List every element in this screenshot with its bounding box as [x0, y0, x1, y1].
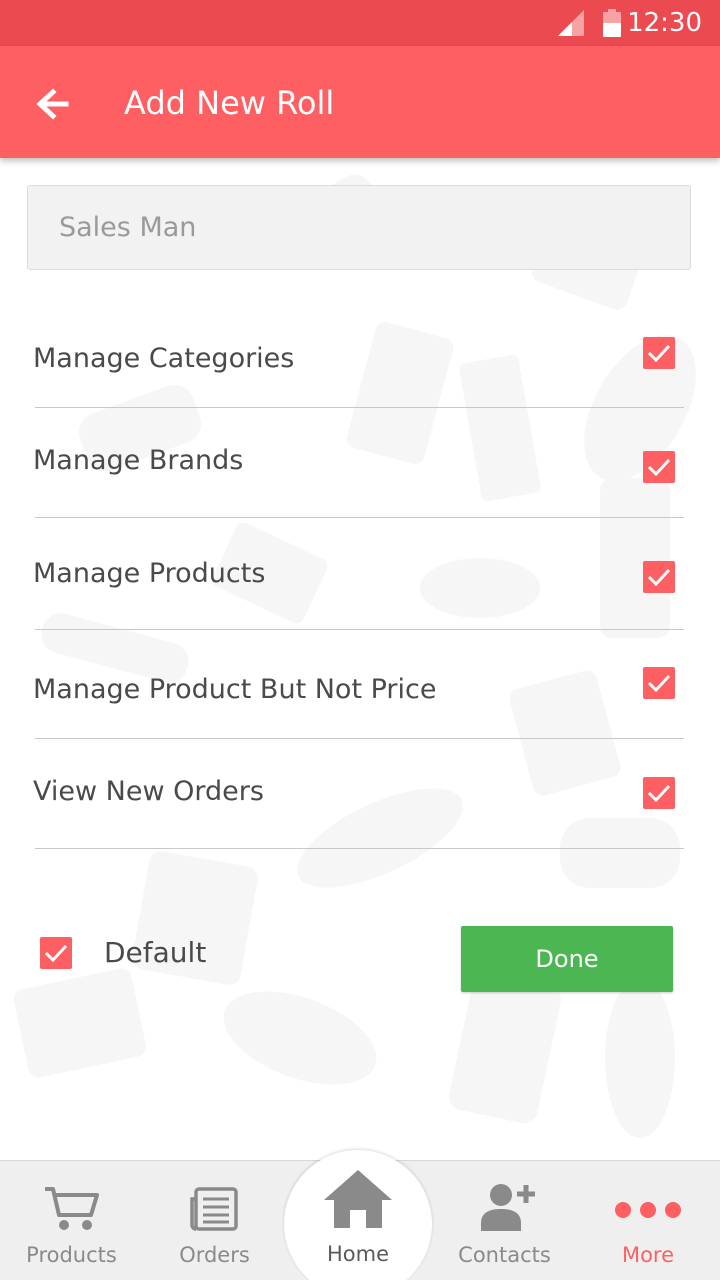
nav-item-orders[interactable]: Orders	[143, 1161, 286, 1280]
permission-label: View New Orders	[33, 776, 264, 807]
default-label: Default	[104, 936, 207, 969]
check-icon	[647, 674, 671, 693]
nav-label: Contacts	[458, 1243, 551, 1267]
add-user-icon	[481, 1184, 535, 1231]
divider	[35, 848, 684, 849]
permission-label: Manage Product But Not Price	[33, 674, 437, 705]
arrow-back-icon	[36, 88, 69, 120]
page-title: Add New Roll	[124, 84, 335, 122]
newspaper-icon	[190, 1187, 238, 1231]
permission-checkbox-view-new-orders[interactable]	[643, 777, 675, 809]
check-icon	[647, 784, 671, 803]
divider	[35, 517, 684, 518]
check-icon	[647, 568, 671, 587]
content: Manage Categories Manage Brands Manage P…	[0, 0, 720, 1280]
role-name-input[interactable]	[27, 185, 691, 270]
back-button[interactable]	[26, 76, 82, 132]
nav-label: Home	[326, 1242, 389, 1266]
nav-label: Products	[26, 1243, 117, 1267]
default-checkbox[interactable]	[40, 937, 72, 969]
cart-icon	[45, 1187, 99, 1230]
more-dots-icon	[615, 1202, 681, 1218]
nav-label: Orders	[179, 1243, 250, 1267]
permission-checkbox-manage-brands[interactable]	[643, 451, 675, 483]
divider	[35, 629, 684, 630]
done-button[interactable]: Done	[461, 926, 673, 992]
screen: 12:30 Add New Roll Sales Man Manage Cate…	[0, 0, 720, 1280]
app-bar: Add New Roll	[0, 46, 720, 158]
divider	[35, 407, 684, 408]
permission-checkbox-manage-categories[interactable]	[643, 337, 675, 369]
check-icon	[647, 344, 671, 363]
permission-checkbox-manage-products[interactable]	[643, 561, 675, 593]
divider	[35, 738, 684, 739]
permission-checkbox-manage-product-not-price[interactable]	[643, 667, 675, 699]
nav-item-contacts[interactable]: Contacts	[433, 1161, 576, 1280]
check-icon	[44, 944, 68, 963]
permission-label: Manage Brands	[33, 445, 244, 476]
permission-label: Manage Categories	[33, 343, 295, 374]
permission-label: Manage Products	[33, 558, 266, 589]
check-icon	[647, 458, 671, 477]
nav-item-products[interactable]: Products	[0, 1161, 143, 1280]
nav-label: More	[621, 1243, 675, 1267]
nav-item-more[interactable]: More	[576, 1161, 720, 1280]
home-icon	[324, 1170, 392, 1228]
